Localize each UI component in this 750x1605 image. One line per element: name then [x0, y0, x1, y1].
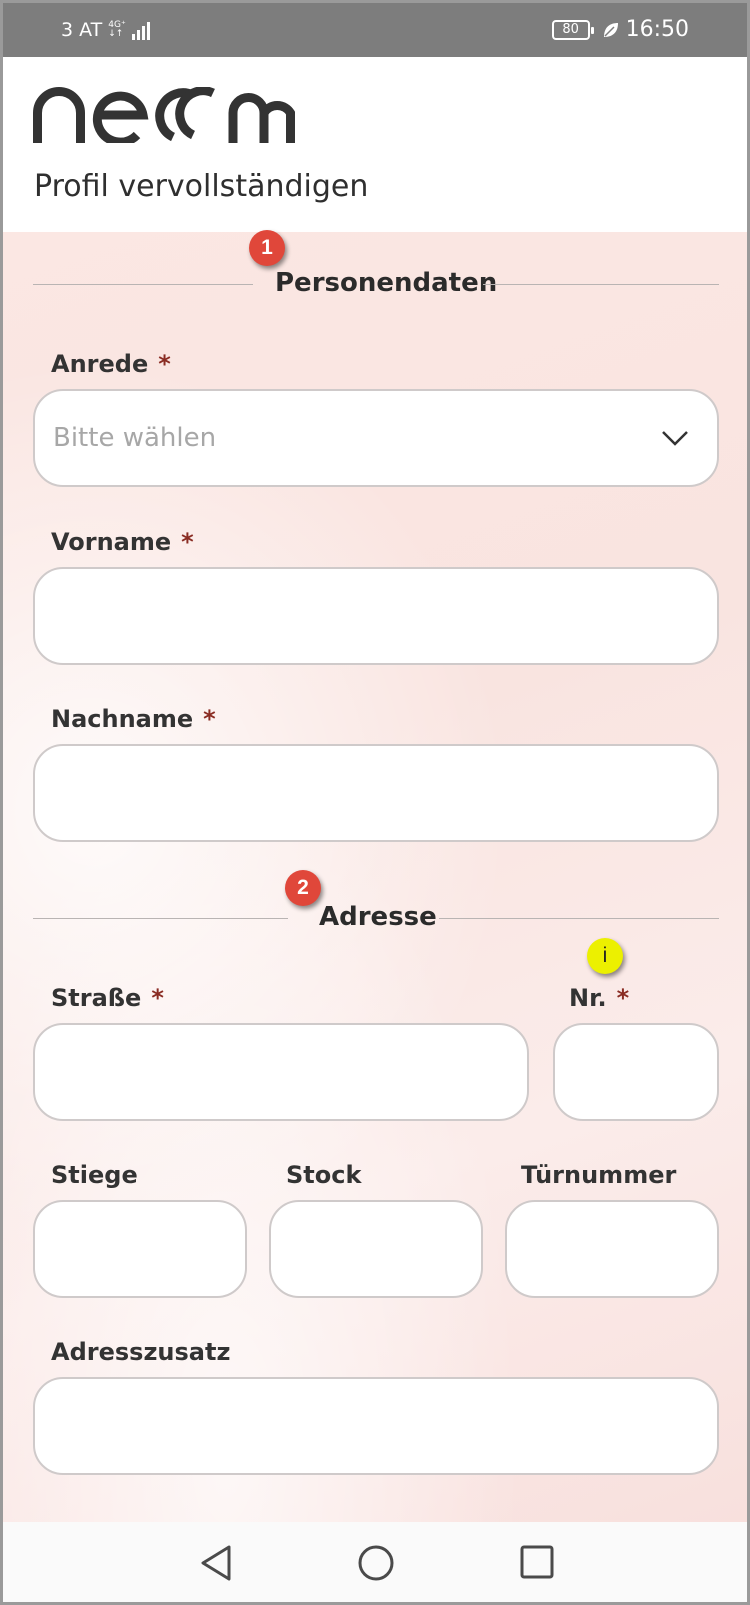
home-circle-icon[interactable]	[357, 1544, 395, 1582]
stock-input[interactable]	[271, 1202, 481, 1296]
section-heading-address: Adresse	[319, 902, 437, 932]
recents-square-icon[interactable]	[519, 1544, 555, 1580]
stiege-field[interactable]	[33, 1200, 247, 1298]
app-header: neoom Profil vervollständigen	[3, 57, 747, 232]
battery-level: 80	[562, 21, 579, 37]
required-marker: *	[181, 528, 194, 556]
anrede-select[interactable]: Bitte wählen	[33, 389, 719, 487]
stock-field[interactable]	[269, 1200, 483, 1298]
status-right: 80 16:50	[551, 17, 689, 42]
info-badge: i	[587, 938, 623, 974]
adresszusatz-input[interactable]	[35, 1379, 717, 1473]
battery-icon: 80	[551, 19, 594, 40]
strasse-label: Straße *	[51, 984, 164, 1012]
clock: 16:50	[625, 17, 689, 42]
divider-line-right	[483, 284, 719, 285]
chevron-down-icon	[662, 431, 688, 446]
section-address: Adresse	[33, 896, 719, 936]
page-title: Profil vervollständigen	[34, 169, 369, 204]
carrier-info: 3 AT 4G⁺ ↓↑	[61, 19, 150, 41]
vorname-label-text: Vorname	[51, 528, 172, 556]
vorname-label: Vorname *	[51, 528, 194, 556]
required-marker: *	[616, 984, 630, 1012]
network-activity: ↓↑	[108, 29, 124, 39]
adresszusatz-label: Adresszusatz	[51, 1338, 231, 1366]
navigation-bar	[3, 1522, 747, 1602]
nachname-label: Nachname *	[51, 705, 216, 733]
anrede-label: Anrede *	[51, 350, 171, 378]
divider-line-left	[33, 284, 253, 285]
profile-form: Personendaten 1 Anrede * Bitte wählen Vor…	[3, 230, 747, 1522]
anrede-label-text: Anrede	[51, 350, 149, 378]
tuernummer-field[interactable]	[505, 1200, 719, 1298]
nr-label-text: Nr.	[569, 984, 607, 1012]
nachname-field[interactable]	[33, 744, 719, 842]
stiege-input[interactable]	[35, 1202, 245, 1296]
strasse-field[interactable]	[33, 1023, 529, 1121]
nr-label: Nr. *	[569, 984, 629, 1012]
stiege-label: Stiege	[51, 1161, 138, 1189]
nachname-input[interactable]	[35, 746, 717, 840]
status-bar: 3 AT 4G⁺ ↓↑ 80 16:50	[3, 3, 747, 57]
vorname-input[interactable]	[35, 569, 717, 663]
required-marker: *	[203, 705, 216, 733]
step-badge-2: 2	[285, 870, 321, 906]
signal-icon	[131, 20, 150, 40]
neoom-logo: neoom	[33, 87, 295, 143]
adresszusatz-field[interactable]	[33, 1377, 719, 1475]
anrede-placeholder: Bitte wählen	[53, 423, 217, 453]
strasse-input[interactable]	[35, 1025, 527, 1119]
nachname-label-text: Nachname	[51, 705, 194, 733]
network-type: 4G⁺ ↓↑	[108, 21, 125, 39]
section-heading-personal: Personendaten	[275, 268, 498, 298]
divider-line-right	[439, 918, 719, 919]
nr-field[interactable]	[553, 1023, 719, 1121]
required-marker: *	[151, 984, 164, 1012]
section-personal: Personendaten	[33, 262, 719, 302]
stock-label: Stock	[286, 1161, 362, 1189]
carrier-label: 3 AT	[61, 19, 103, 41]
leaf-icon	[603, 22, 618, 37]
required-marker: *	[158, 350, 171, 378]
nr-input[interactable]	[555, 1025, 717, 1119]
step-badge-1: 1	[249, 230, 285, 266]
divider-line-left	[33, 918, 288, 919]
vorname-field[interactable]	[33, 567, 719, 665]
strasse-label-text: Straße	[51, 984, 142, 1012]
tuernummer-label: Türnummer	[521, 1161, 677, 1189]
tuernummer-input[interactable]	[507, 1202, 717, 1296]
back-triangle-icon[interactable]	[199, 1544, 233, 1582]
app-frame: 3 AT 4G⁺ ↓↑ 80 16:50 neoom	[0, 0, 750, 1605]
